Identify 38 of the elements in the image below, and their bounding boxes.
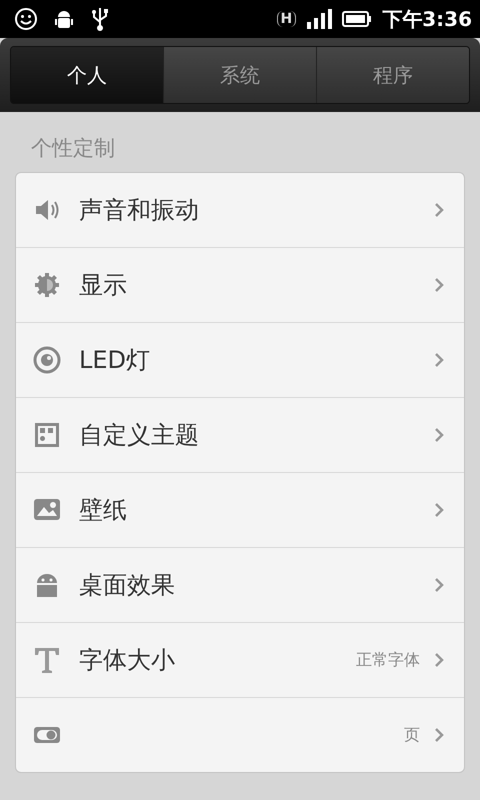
chevron-icon — [434, 277, 444, 293]
smiley-icon — [14, 7, 38, 31]
row-value: 正常字体 — [356, 650, 420, 670]
settings-row[interactable]: 字体大小 正常字体 — [16, 623, 464, 698]
section-header: 个性定制 — [30, 135, 116, 162]
tab[interactable]: 程序 — [317, 47, 469, 103]
row-label: 壁纸 — [79, 495, 128, 526]
settings-row[interactable]: 自定义主题 — [16, 398, 464, 473]
grid-icon — [33, 421, 61, 449]
chevron-icon — [434, 652, 444, 668]
tab[interactable]: 系统 — [164, 47, 317, 103]
chevron-icon — [434, 427, 444, 443]
chevron-icon — [434, 352, 444, 368]
row-label: 声音和振动 — [79, 195, 200, 226]
chevron-icon — [434, 502, 444, 518]
battery-icon — [342, 10, 372, 28]
gear-icon — [33, 271, 61, 299]
row-value: 页 — [404, 724, 420, 746]
settings-row[interactable]: 显示 — [16, 248, 464, 323]
usb-icon — [90, 6, 110, 32]
network-type-indicator: H — [276, 11, 296, 27]
row-label: LED灯 — [79, 345, 152, 376]
row-label: 显示 — [79, 270, 128, 301]
chevron-icon — [434, 202, 444, 218]
tab[interactable]: 个人 — [11, 47, 164, 103]
clock-time: 下午3:36 — [382, 6, 472, 32]
serif-t-icon — [33, 646, 61, 674]
settings-row[interactable]: 壁纸 — [16, 473, 464, 548]
row-label: 桌面效果 — [79, 570, 176, 601]
chevron-icon — [434, 577, 444, 593]
settings-row[interactable]: 桌面效果 — [16, 548, 464, 623]
signal-icon — [306, 8, 332, 30]
target-icon — [33, 346, 61, 374]
chevron-icon — [434, 727, 444, 743]
row-label: 自定义主题 — [79, 420, 200, 451]
row-label: 字体大小 — [79, 645, 176, 676]
settings-row[interactable]: 声音和振动 — [16, 173, 464, 248]
settings-row[interactable]: LED灯 — [16, 323, 464, 398]
